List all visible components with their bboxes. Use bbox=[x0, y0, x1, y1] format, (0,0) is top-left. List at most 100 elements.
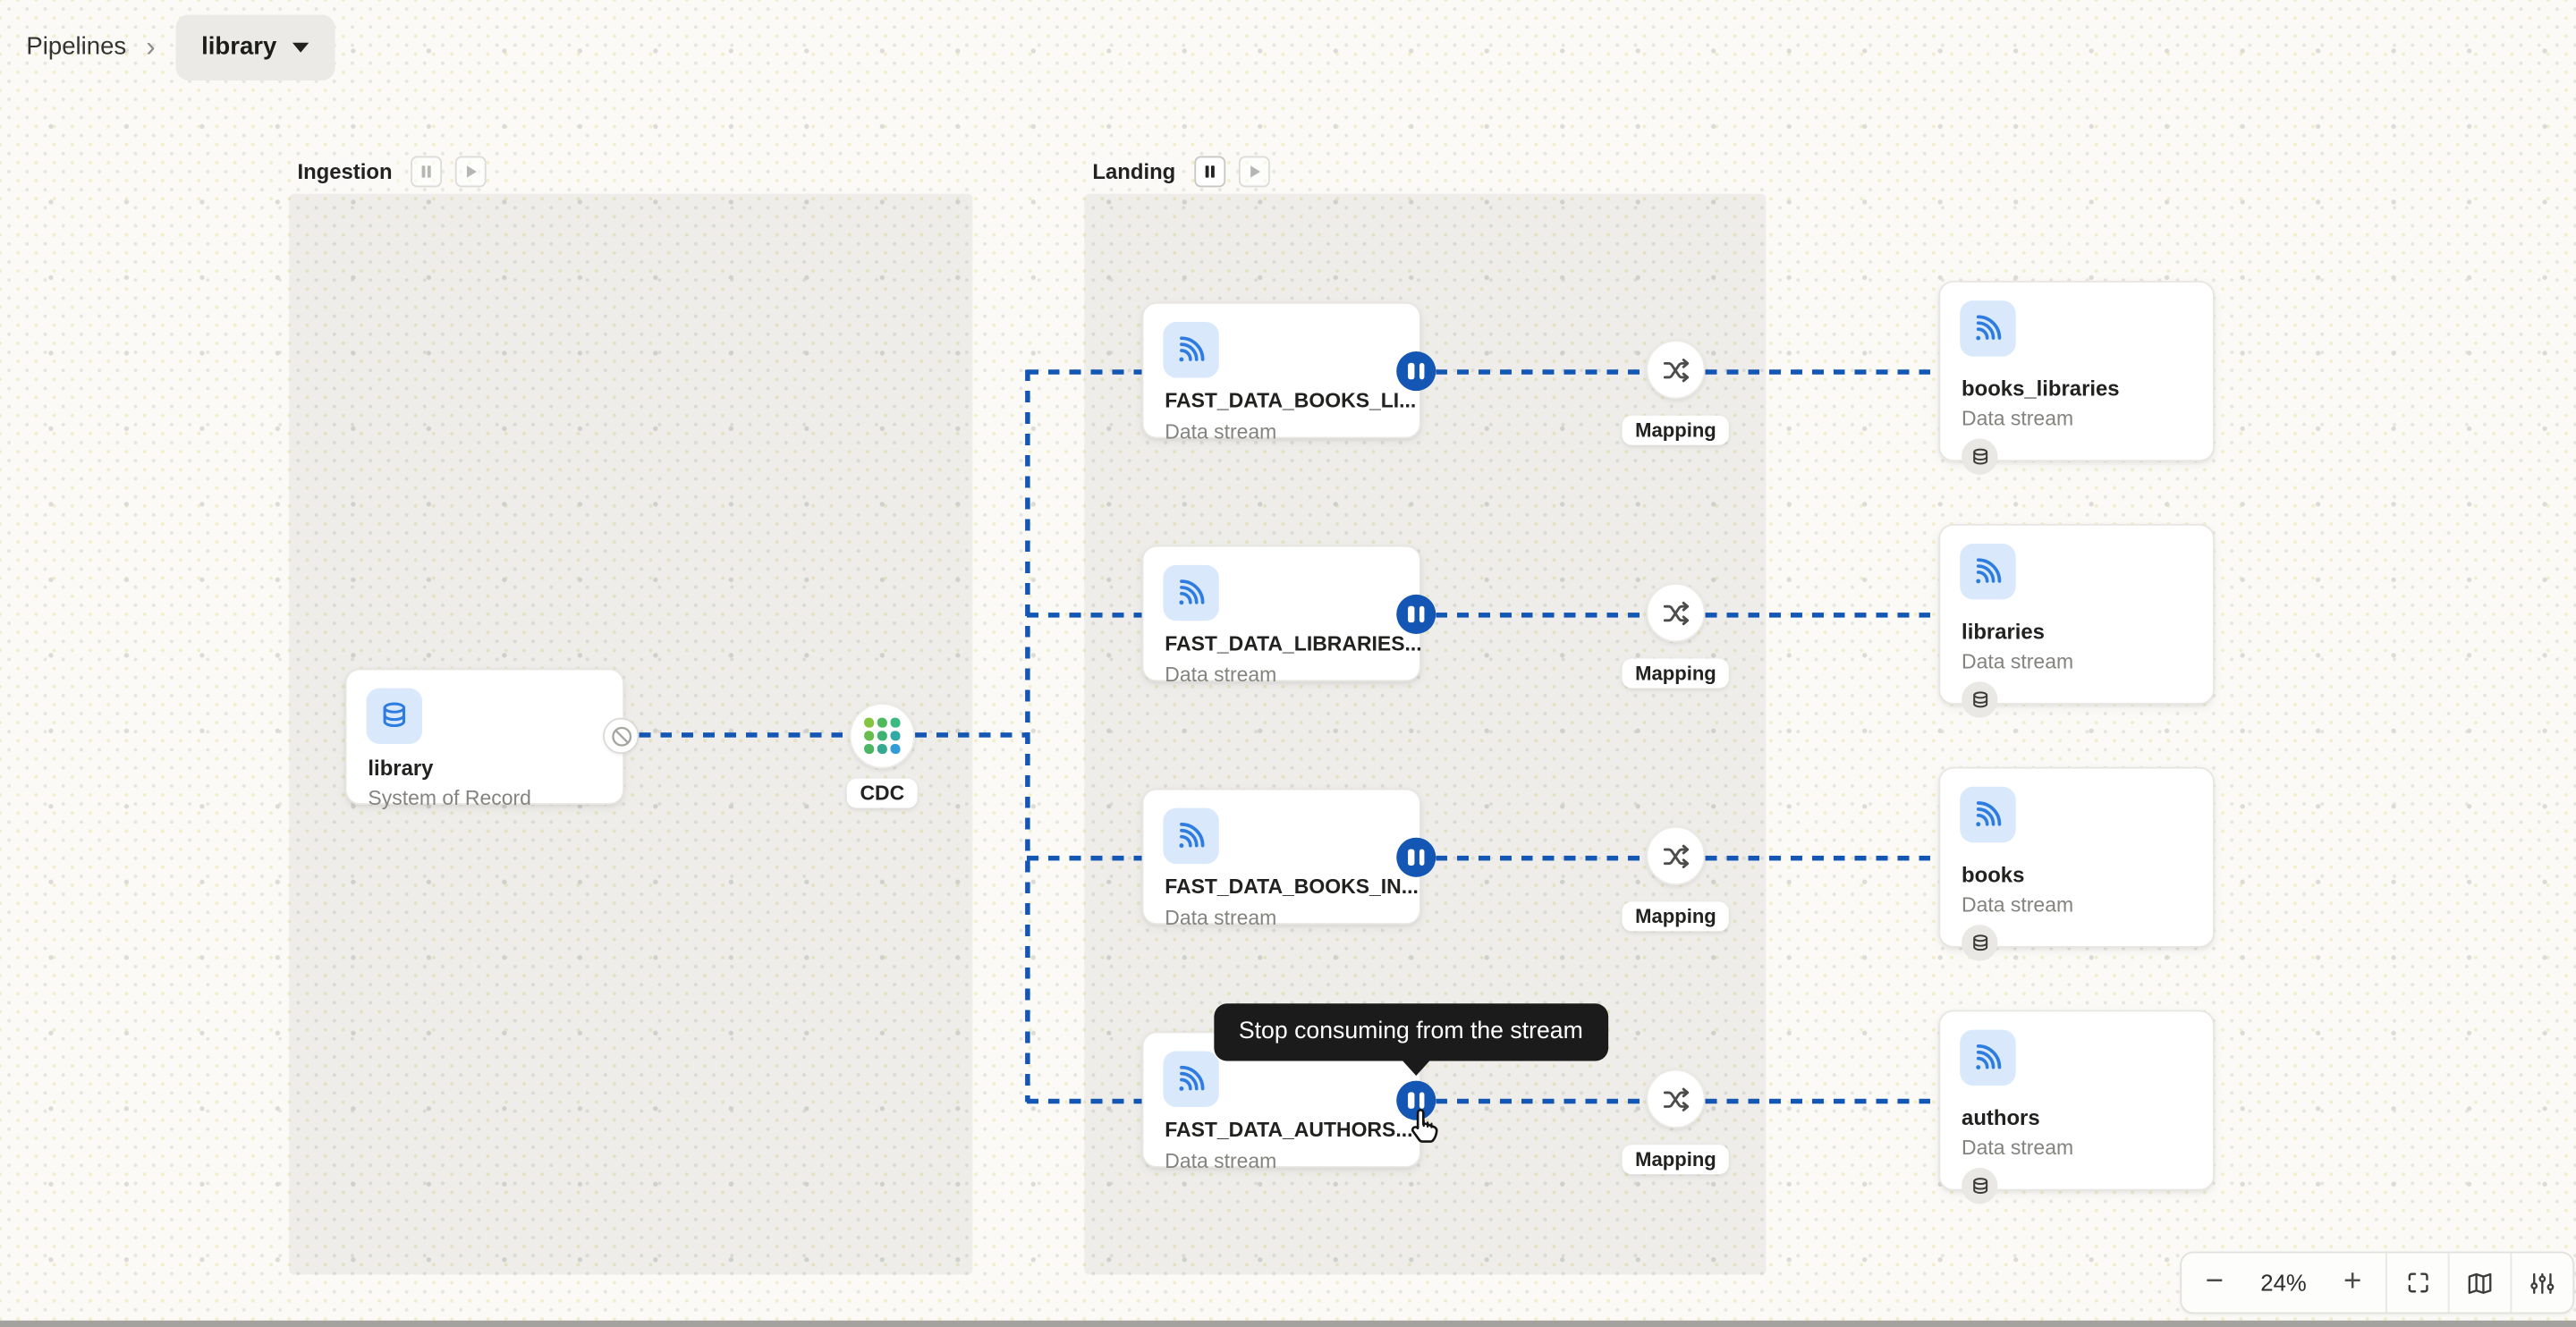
shuffle-icon bbox=[1663, 600, 1689, 625]
horizontal-scrollbar[interactable] bbox=[0, 1320, 2576, 1327]
node-output-books[interactable]: books Data stream bbox=[1938, 766, 2215, 961]
group-header-ingestion: Ingestion bbox=[292, 156, 487, 188]
edge-branch-row4 bbox=[1026, 1098, 1142, 1104]
edge-cdc-to-trunk bbox=[915, 732, 1027, 738]
play-icon bbox=[466, 165, 477, 178]
mapping-label: Mapping bbox=[1622, 901, 1730, 932]
edge-branch-row1 bbox=[1026, 369, 1142, 375]
edge-mapping-to-output-row1 bbox=[1705, 369, 1939, 375]
node-subtitle: Data stream bbox=[1962, 1137, 2074, 1160]
group-header-landing: Landing bbox=[1087, 156, 1269, 188]
edge-stream-to-mapping-row3 bbox=[1436, 855, 1647, 861]
canvas-settings-button[interactable] bbox=[2510, 1253, 2573, 1313]
node-subtitle: Data stream bbox=[1165, 420, 1277, 444]
node-title: library bbox=[368, 755, 434, 781]
shuffle-icon bbox=[1663, 843, 1689, 868]
no-entry-icon bbox=[603, 717, 640, 755]
node-title: FAST_DATA_AUTHORS... bbox=[1165, 1118, 1413, 1142]
node-mapping-row3[interactable] bbox=[1646, 825, 1706, 885]
pipeline-canvas[interactable]: Pipelines › library Ingestion Landing li… bbox=[0, 0, 2576, 1327]
zoom-out-button[interactable]: − bbox=[2182, 1253, 2247, 1312]
stop-consuming-button-row2[interactable] bbox=[1396, 594, 1436, 634]
node-subtitle: Data stream bbox=[1962, 650, 2074, 674]
node-output-books-libraries[interactable]: books_libraries Data stream bbox=[1938, 281, 2215, 475]
database-badge-icon bbox=[1962, 681, 1998, 718]
database-icon bbox=[366, 688, 423, 745]
pause-icon bbox=[421, 165, 431, 178]
edge-stream-to-mapping-row4 bbox=[1436, 1098, 1647, 1104]
group-label: Ingestion bbox=[292, 157, 398, 186]
edge-source-to-cdc bbox=[639, 732, 852, 738]
edge-stream-to-mapping-row1 bbox=[1436, 369, 1647, 375]
node-stream-row1[interactable]: FAST_DATA_BOOKS_LI... Data stream bbox=[1141, 301, 1421, 444]
top-bar: Pipelines › library bbox=[0, 0, 2576, 94]
node-title: books_libraries bbox=[1962, 376, 2120, 401]
cdc-label: CDC bbox=[846, 778, 918, 808]
database-badge-icon bbox=[1962, 925, 1998, 961]
node-output-authors[interactable]: authors Data stream bbox=[1938, 1010, 2215, 1204]
stream-icon bbox=[1163, 1051, 1219, 1107]
node-subtitle: Data stream bbox=[1962, 407, 2074, 431]
cdc-logo-icon bbox=[863, 717, 901, 755]
pause-icon bbox=[1204, 165, 1214, 178]
stream-icon bbox=[1960, 1029, 2016, 1086]
tooltip-arrow bbox=[1401, 1059, 1431, 1077]
tooltip-stop-consuming: Stop consuming from the stream bbox=[1214, 1003, 1608, 1061]
mapping-label: Mapping bbox=[1622, 658, 1730, 689]
node-subtitle: Data stream bbox=[1962, 893, 2074, 917]
pause-group-button[interactable] bbox=[1193, 156, 1225, 188]
node-mapping-row1[interactable] bbox=[1646, 340, 1706, 400]
edge-mapping-to-output-row2 bbox=[1705, 613, 1939, 618]
zoom-in-button[interactable]: + bbox=[2319, 1253, 2385, 1312]
node-mapping-row2[interactable] bbox=[1646, 583, 1706, 643]
database-badge-icon bbox=[1962, 1167, 1998, 1204]
node-subtitle: System of Record bbox=[368, 786, 531, 810]
node-title: FAST_DATA_LIBRARIES... bbox=[1165, 632, 1422, 655]
map-icon bbox=[2468, 1272, 2492, 1294]
canvas-toolbar: − 24% + bbox=[2180, 1251, 2575, 1314]
node-title: libraries bbox=[1962, 619, 2045, 644]
edge-branch-row2 bbox=[1026, 613, 1142, 618]
stop-consuming-button-row1[interactable] bbox=[1396, 351, 1436, 392]
breadcrumb-separator-icon: › bbox=[146, 30, 156, 63]
edge-branch-row3 bbox=[1026, 855, 1142, 861]
database-badge-icon bbox=[1962, 438, 1998, 475]
node-title: books bbox=[1962, 862, 2025, 887]
node-cdc[interactable] bbox=[849, 703, 916, 769]
edge-mapping-to-output-row3 bbox=[1705, 855, 1939, 861]
stream-icon bbox=[1960, 786, 2016, 843]
breadcrumb-pipelines-link[interactable]: Pipelines bbox=[26, 33, 126, 61]
play-icon bbox=[1250, 165, 1260, 178]
fit-view-button[interactable] bbox=[2385, 1253, 2448, 1313]
node-subtitle: Data stream bbox=[1165, 906, 1277, 930]
zoom-level: 24% bbox=[2260, 1269, 2307, 1297]
node-source-library[interactable]: library System of Record bbox=[344, 668, 624, 810]
sliders-icon bbox=[2530, 1272, 2555, 1294]
pause-group-button[interactable] bbox=[410, 156, 442, 188]
node-subtitle: Data stream bbox=[1165, 1149, 1277, 1173]
mapping-label: Mapping bbox=[1622, 415, 1730, 445]
play-group-button[interactable] bbox=[454, 156, 487, 188]
stop-consuming-button-row3[interactable] bbox=[1396, 837, 1436, 877]
pipeline-selector[interactable]: library bbox=[174, 13, 336, 80]
group-label: Landing bbox=[1087, 157, 1181, 186]
stream-icon bbox=[1163, 564, 1219, 621]
stream-icon bbox=[1163, 321, 1219, 378]
edge-mapping-to-output-row4 bbox=[1705, 1098, 1939, 1104]
edge-trunk bbox=[1025, 369, 1030, 1103]
hand-pointer-cursor bbox=[1404, 1103, 1449, 1156]
node-output-libraries[interactable]: libraries Data stream bbox=[1938, 523, 2215, 718]
node-title: FAST_DATA_BOOKS_LI... bbox=[1165, 389, 1417, 413]
mapping-label: Mapping bbox=[1622, 1145, 1730, 1175]
fullscreen-icon bbox=[2407, 1272, 2428, 1293]
play-group-button[interactable] bbox=[1238, 156, 1269, 188]
shuffle-icon bbox=[1663, 358, 1689, 382]
node-stream-row2[interactable]: FAST_DATA_LIBRARIES... Data stream bbox=[1141, 545, 1422, 687]
node-mapping-row4[interactable] bbox=[1646, 1069, 1706, 1128]
stream-icon bbox=[1163, 807, 1219, 865]
node-subtitle: Data stream bbox=[1165, 664, 1277, 687]
node-stream-row3[interactable]: FAST_DATA_BOOKS_IN... Data stream bbox=[1141, 788, 1421, 930]
edge-stream-to-mapping-row2 bbox=[1436, 613, 1647, 618]
minimap-toggle-button[interactable] bbox=[2447, 1253, 2511, 1313]
stream-icon bbox=[1960, 300, 2016, 357]
